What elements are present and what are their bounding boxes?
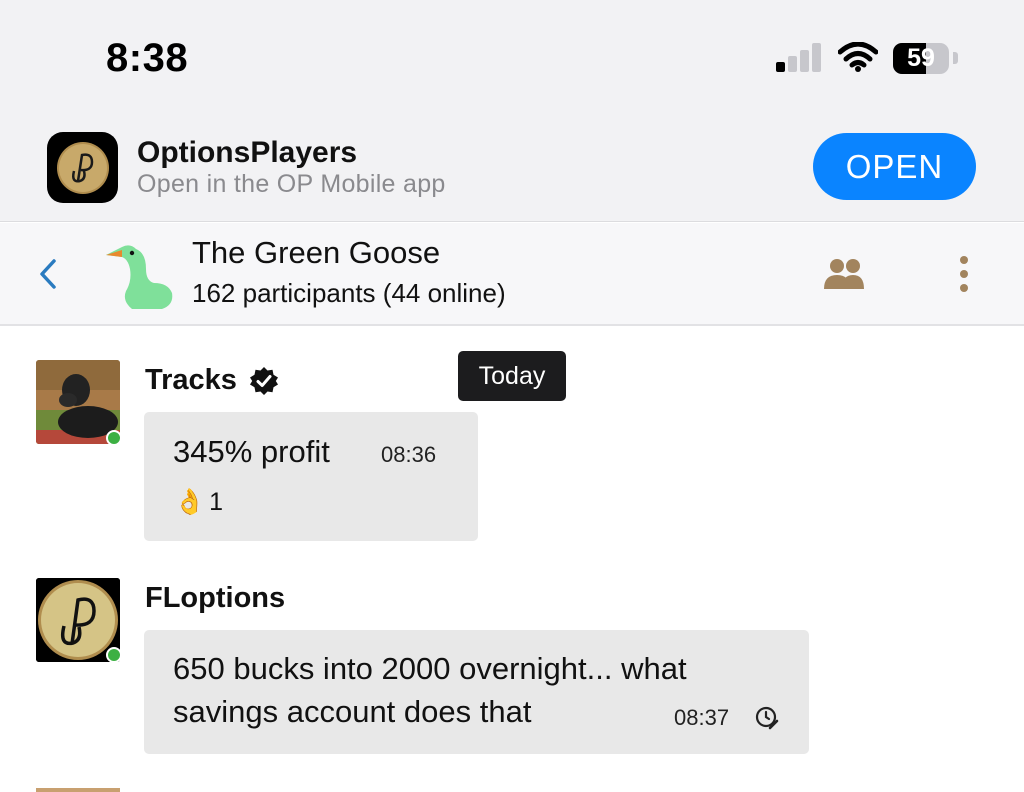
chat-header: The Green Goose 162 participants (44 onl… (0, 223, 1024, 326)
battery-nub (953, 52, 958, 64)
app-banner: OptionsPlayers Open in the OP Mobile app… (0, 112, 1024, 222)
online-indicator (106, 647, 122, 663)
reaction-chip[interactable]: 👌 1 (174, 488, 223, 517)
next-avatar-edge (36, 788, 120, 792)
chat-screen: 8:38 59 OptionsPlayers Open in the OP Mo… (0, 0, 1024, 792)
message-text-line-1: 650 bucks into 2000 overnight... what (173, 651, 687, 686)
online-indicator (106, 430, 122, 446)
chat-title[interactable]: The Green Goose (192, 235, 440, 271)
status-time: 8:38 (106, 36, 189, 80)
clock-pending-icon (755, 706, 779, 730)
group-icon[interactable] (822, 257, 866, 291)
battery-percent: 59 (907, 44, 935, 72)
ok-hand-emoji-icon: 👌 (174, 488, 206, 516)
message-time: 08:37 (674, 705, 730, 730)
message-text-line-2: savings account does that (173, 694, 532, 729)
date-separator-chip: Today (458, 351, 566, 401)
app-subtitle: Open in the OP Mobile app (137, 170, 446, 198)
verified-badge-icon (249, 366, 278, 395)
wifi-icon (838, 42, 878, 72)
sender-name[interactable]: FLoptions (145, 582, 285, 615)
open-app-button[interactable]: OPEN (813, 133, 976, 200)
participants-count: 162 participants (44 online) (192, 278, 506, 308)
chevron-left-icon[interactable] (34, 257, 64, 291)
more-vertical-icon[interactable] (952, 254, 976, 294)
goose-icon (106, 245, 173, 309)
status-bar: 8:38 59 (0, 0, 1024, 112)
battery-icon: 59 (893, 43, 949, 74)
message-time: 08:36 (381, 442, 437, 467)
cellular-signal-icon (776, 42, 824, 72)
message-bubble[interactable]: 345% profit 08:36 👌 1 (144, 412, 478, 541)
message-bubble[interactable]: 650 bucks into 2000 overnight... what sa… (144, 630, 809, 754)
sender-name-text: FLoptions (145, 582, 286, 614)
app-name: OptionsPlayers (137, 136, 358, 169)
sender-name[interactable]: Tracks (145, 364, 279, 397)
app-logo-icon (47, 132, 118, 203)
sender-name-text: Tracks (145, 364, 237, 396)
reaction-count: 1 (209, 488, 224, 516)
message-text: 345% profit (173, 434, 330, 469)
